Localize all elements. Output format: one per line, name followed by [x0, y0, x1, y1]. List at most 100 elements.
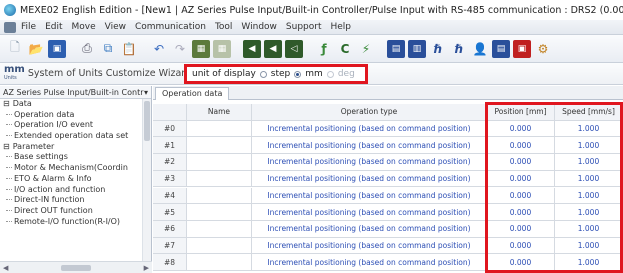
tree-horizontal-scrollbar[interactable]: ◀ ▶: [0, 261, 152, 273]
header-operation-type[interactable]: Operation type: [252, 104, 487, 121]
tree-item[interactable]: Extended operation data set: [0, 131, 151, 142]
cell-operation-type[interactable]: Incremental positioning (based on comman…: [252, 220, 487, 238]
new-file-icon[interactable]: 🗋: [6, 40, 24, 58]
axis-icon[interactable]: ℏ: [450, 40, 468, 58]
scrollbar-thumb[interactable]: [61, 264, 91, 271]
compare-icon[interactable]: ƒ: [315, 40, 333, 58]
radio-step-label: step: [270, 69, 291, 79]
tree-item[interactable]: ⊟ Parameter: [0, 142, 151, 153]
menu-communication[interactable]: Communication: [135, 22, 206, 32]
tree-item-label: Parameter: [12, 141, 55, 151]
redo-icon[interactable]: ↷: [171, 40, 189, 58]
chevron-down-icon[interactable]: ▾: [144, 88, 148, 97]
tree-item[interactable]: ⊟ Data: [0, 99, 151, 110]
grid2-icon[interactable]: ▦: [213, 39, 231, 58]
cell-operation-type[interactable]: Incremental positioning (based on comman…: [252, 254, 487, 271]
tree-item[interactable]: Motor & Mechanism(Coordin: [0, 163, 151, 174]
cell-name[interactable]: [187, 120, 252, 138]
toolbar-separator: [141, 40, 147, 58]
menu-tool[interactable]: Tool: [215, 22, 232, 32]
cell-name[interactable]: [187, 154, 252, 171]
tree-expander-icon[interactable]: ⊟: [3, 142, 10, 151]
tree-item[interactable]: Operation I/O event: [0, 120, 151, 131]
grid-icon[interactable]: ▦: [192, 39, 210, 58]
send-icon[interactable]: ◀: [243, 39, 261, 58]
units-icon[interactable]: mm Units: [4, 64, 25, 83]
print-icon[interactable]: ⎙: [78, 40, 96, 58]
row-number: #1: [153, 137, 187, 155]
cell-name[interactable]: [187, 254, 252, 271]
paste-icon[interactable]: 📋: [120, 40, 138, 58]
scroll-right-icon[interactable]: ▶: [144, 264, 149, 272]
menu-help[interactable]: Help: [331, 22, 352, 32]
monitor-icon[interactable]: ▥: [408, 39, 426, 58]
copy-icon[interactable]: ⧉: [99, 40, 117, 58]
send-all-icon[interactable]: ◀: [264, 39, 282, 58]
cell-operation-type[interactable]: Incremental positioning (based on comman…: [252, 187, 487, 205]
tree-header-label: AZ Series Pulse Input/Built-in Contr: [3, 87, 144, 97]
chart-icon[interactable]: ▤: [387, 39, 405, 58]
scrollbar-thumb[interactable]: [144, 101, 150, 141]
tree-connector: [6, 135, 12, 137]
radio-step[interactable]: [259, 70, 267, 78]
menu-edit[interactable]: Edit: [45, 22, 62, 32]
row-number: #4: [153, 187, 187, 205]
tree-connector: [6, 199, 12, 201]
tree-item[interactable]: Base settings: [0, 152, 151, 163]
tree-item[interactable]: Operation data: [0, 110, 151, 121]
units-wizard-link[interactable]: System of Units Customize Wizard: [28, 68, 191, 79]
receive-icon[interactable]: ◁: [285, 39, 303, 58]
cell-name[interactable]: [187, 220, 252, 238]
menu-move[interactable]: Move: [72, 22, 96, 32]
cell-name[interactable]: [187, 237, 252, 255]
tree-item[interactable]: ETO & Alarm & Info: [0, 174, 151, 185]
cell-operation-type[interactable]: Incremental positioning (based on comman…: [252, 154, 487, 171]
tree-item[interactable]: Direct OUT function: [0, 206, 151, 217]
cell-operation-type[interactable]: Incremental positioning (based on comman…: [252, 204, 487, 221]
header-name[interactable]: Name: [187, 104, 252, 121]
menu-bar: File Edit Move View Communication Tool W…: [0, 20, 623, 35]
radio-mm[interactable]: [294, 70, 302, 78]
tool-icon[interactable]: ℏ: [429, 40, 447, 58]
tree-item-label: I/O action and function: [14, 184, 106, 194]
alarm-icon[interactable]: ▣: [513, 39, 531, 58]
tab-operation-data[interactable]: Operation data: [155, 87, 230, 100]
tree-item[interactable]: Remote-I/O function(R-I/O): [0, 217, 151, 228]
radio-deg[interactable]: [326, 70, 334, 78]
tree-header[interactable]: AZ Series Pulse Input/Built-in Contr ▾: [0, 86, 151, 99]
tree-item[interactable]: I/O action and function: [0, 185, 151, 196]
menu-view[interactable]: View: [105, 22, 126, 32]
cell-operation-type[interactable]: Incremental positioning (based on comman…: [252, 170, 487, 188]
tree-item-label: Extended operation data set: [14, 131, 129, 141]
help-icon[interactable]: ⚙: [534, 40, 552, 58]
verify-icon[interactable]: C: [336, 40, 354, 58]
cell-name[interactable]: [187, 204, 252, 221]
document-icon[interactable]: [4, 21, 16, 33]
menu-support[interactable]: Support: [286, 22, 322, 32]
tree-item-label: Data: [12, 99, 32, 108]
open-folder-icon[interactable]: 📂: [27, 40, 45, 58]
cell-name[interactable]: [187, 170, 252, 188]
register-icon[interactable]: ▤: [492, 39, 510, 58]
io-icon[interactable]: ⚡: [357, 40, 375, 58]
cell-operation-type[interactable]: Incremental positioning (based on comman…: [252, 120, 487, 138]
row-number: #3: [153, 170, 187, 188]
person-icon[interactable]: 👤: [471, 40, 489, 58]
cell-operation-type[interactable]: Incremental positioning (based on comman…: [252, 137, 487, 155]
undo-icon[interactable]: ↶: [150, 40, 168, 58]
menu-window[interactable]: Window: [241, 22, 277, 32]
save-icon[interactable]: ▣: [48, 39, 66, 58]
toolbar-separator: [69, 40, 75, 58]
unit-of-display-group: unit of display step mm deg: [184, 64, 368, 84]
units-icon-subtext: Units: [4, 74, 17, 81]
row-number: #8: [153, 254, 187, 271]
tree-item[interactable]: Direct-IN function: [0, 195, 151, 206]
tree-expander-icon[interactable]: ⊟: [3, 99, 10, 108]
cell-name[interactable]: [187, 137, 252, 155]
scroll-left-icon[interactable]: ◀: [3, 264, 8, 272]
cell-name[interactable]: [187, 187, 252, 205]
cell-operation-type[interactable]: Incremental positioning (based on comman…: [252, 237, 487, 255]
menu-file[interactable]: File: [21, 22, 36, 32]
tree-vertical-scrollbar[interactable]: [142, 99, 151, 261]
window-title: MEXE02 English Edition - [New1 | AZ Seri…: [20, 4, 623, 16]
